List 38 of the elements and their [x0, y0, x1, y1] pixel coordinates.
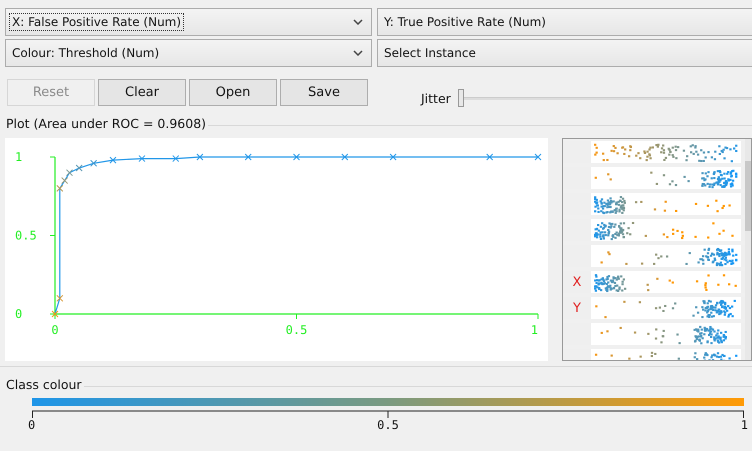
button[interactable]: Save: [280, 78, 368, 106]
legend-tick-label: 0: [28, 418, 36, 432]
y-tick-label: 0: [15, 307, 22, 321]
jitter-label: Jitter: [421, 90, 451, 106]
x-marker: X: [572, 276, 582, 288]
y-tick-label: 1: [15, 150, 22, 164]
slider-thumb[interactable]: [458, 89, 464, 107]
dropdown[interactable]: Select Instance: [377, 39, 752, 67]
dropdown[interactable]: Colour: Threshold (Num): [5, 39, 372, 67]
legend-tick-label: 1: [740, 418, 748, 432]
button[interactable]: Open: [189, 78, 277, 106]
x-tick-label: 0.5: [286, 323, 308, 337]
button[interactable]: Clear: [98, 78, 186, 106]
plot-title: Plot (Area under ROC = 0.9608): [6, 116, 206, 131]
point-marker: [56, 294, 64, 302]
x-tick-label: 0: [51, 323, 59, 337]
point-marker: [109, 156, 116, 164]
point-marker: [196, 154, 204, 160]
point-marker: [534, 154, 542, 160]
y-marker: Y: [573, 302, 581, 314]
point-marker: [138, 155, 146, 162]
point-marker: [486, 154, 494, 160]
dropdown[interactable]: Y: True Positive Rate (Num): [377, 8, 752, 36]
point-marker: [172, 155, 180, 162]
point-marker: [390, 154, 397, 160]
point-marker: [244, 154, 252, 160]
scrollbar[interactable]: [745, 139, 751, 360]
legend-title: Class colour: [6, 377, 82, 392]
legend-tick-label: 0.5: [377, 418, 399, 432]
point-marker: [293, 154, 300, 160]
point-marker: [341, 154, 348, 160]
point-marker: [90, 160, 98, 167]
dropdown[interactable]: X: False Positive Rate (Num): [5, 8, 372, 36]
y-tick-label: 0.5: [15, 228, 37, 242]
jitter-slider[interactable]: [458, 88, 752, 108]
point-marker: [76, 164, 83, 172]
x-tick-label: 1: [530, 323, 538, 337]
point-marker: [52, 310, 58, 318]
